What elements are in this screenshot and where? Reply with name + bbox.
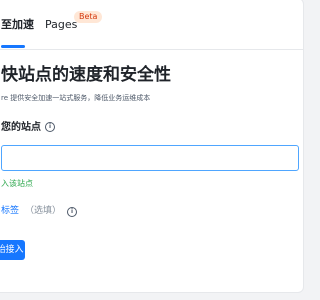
tab-active-indicator [1,45,25,48]
tags-optional: （选填） [25,206,62,216]
site-input[interactable] [1,145,299,171]
tags-info-icon[interactable]: i [67,207,78,217]
info-icon[interactable]: i [45,122,55,132]
tab-acceleration[interactable]: 至加速 [1,18,34,32]
page-title: 快站点的速度和安全性 [1,65,171,85]
site-label: 您的站点 i [1,122,55,134]
submit-button[interactable]: 始接入 [0,240,25,260]
site-label-text: 您的站点 [1,122,41,133]
tags-row: 标签 （选填） i [1,205,78,217]
beta-badge: Beta [74,11,103,23]
tab-pages[interactable]: Pages [45,18,77,32]
add-tags-link[interactable]: 标签 [1,206,19,216]
tab-bar: 至加速 Pages Beta [0,0,303,50]
site-hint: 入该站点 [1,179,33,188]
main-card: 至加速 Pages Beta 快站点的速度和安全性 re 提供安全加速一站式服务… [0,0,304,293]
page-subtitle: re 提供安全加速一站式服务，降低业务运维成本 [1,94,151,102]
